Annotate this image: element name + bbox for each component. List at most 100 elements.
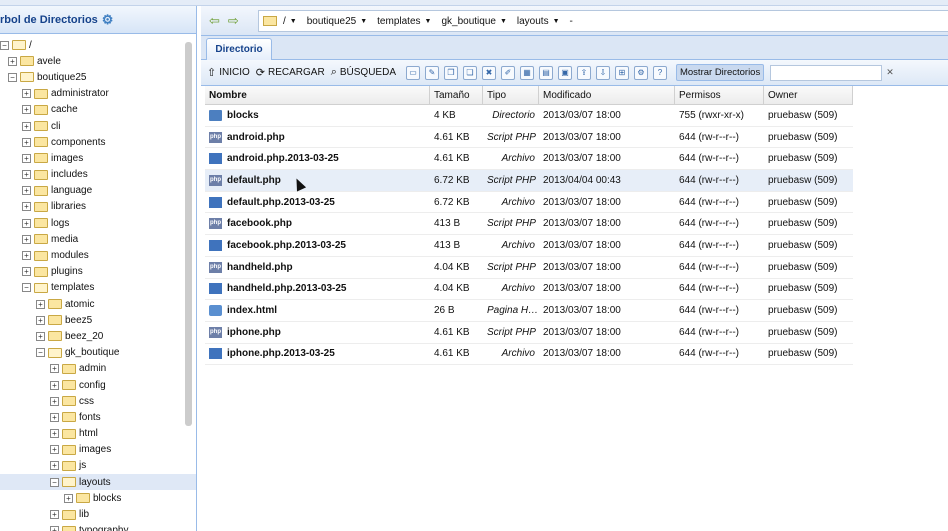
table-row[interactable]: php handheld.php 4.04 KB Script PHP 2013/03/… <box>205 257 853 279</box>
expand-icon[interactable]: + <box>50 445 59 455</box>
tree-node-language[interactable]: + language <box>0 183 196 199</box>
table-row[interactable]: blocks 4 KB Directorio 2013/03/07 18:00 755 … <box>205 105 853 127</box>
expand-icon[interactable]: + <box>64 493 73 503</box>
tree-node-includes[interactable]: + includes <box>0 167 196 183</box>
expand-icon[interactable]: + <box>36 299 45 309</box>
chevron-down-icon[interactable]: ▼ <box>360 18 367 25</box>
upload-icon[interactable]: ⇪ <box>576 65 591 80</box>
tree-node-images[interactable]: + images <box>0 150 196 166</box>
reload-button[interactable]: ⟳ RECARGAR <box>256 66 325 79</box>
tree-node-cli[interactable]: + cli <box>0 118 196 134</box>
tree-node-avele[interactable]: + avele <box>0 53 196 69</box>
edit-icon[interactable]: ✎ <box>424 65 439 80</box>
expand-icon[interactable]: + <box>50 364 59 374</box>
tree-node-libraries[interactable]: + libraries <box>0 199 196 215</box>
back-arrow-icon[interactable]: ⇦ <box>209 13 220 29</box>
tree-node-admin[interactable]: + admin <box>0 361 196 377</box>
table-row[interactable]: iphone.php.2013-03-25 4.61 KB Archivo 2013/… <box>205 344 853 366</box>
show-directories-toggle[interactable]: Mostrar Directorios <box>675 64 765 81</box>
table-row[interactable]: android.php.2013-03-25 4.61 KB Archivo 2013… <box>205 148 853 171</box>
download-icon[interactable]: ⇩ <box>595 65 610 80</box>
tree-node-modules[interactable]: + modules <box>0 247 196 263</box>
tree-node-html[interactable]: + html <box>0 426 196 442</box>
collapse-icon[interactable]: − <box>0 40 9 50</box>
column-header-permissions[interactable]: Permisos <box>675 86 764 104</box>
breadcrumb[interactable]: / ▼ boutique25 ▼ templates ▼ gk_boutique ▼ l… <box>258 10 948 32</box>
tree-node-cache[interactable]: + cache <box>0 102 196 118</box>
expand-icon[interactable]: + <box>22 153 31 163</box>
help-icon[interactable]: ? <box>652 65 667 80</box>
tree-node-logs[interactable]: + logs <box>0 215 196 231</box>
tree-node-media[interactable]: + media <box>0 231 196 247</box>
settings-icon[interactable]: ⚙ <box>633 65 648 80</box>
table-row[interactable]: default.php.2013-03-25 6.72 KB Archivo 2013… <box>205 192 853 214</box>
chevron-down-icon[interactable]: ▼ <box>553 18 560 25</box>
column-header-modified[interactable]: Modificado <box>539 86 675 104</box>
tree-node-gk-boutique[interactable]: − gk_boutique <box>0 345 196 361</box>
expand-icon[interactable]: + <box>36 315 45 325</box>
expand-icon[interactable]: + <box>36 331 45 341</box>
tree-node-templates[interactable]: − templates <box>0 280 196 296</box>
view-icon[interactable]: ▤ <box>538 65 553 80</box>
expand-icon[interactable]: + <box>22 186 31 196</box>
table-row[interactable]: php android.php 4.61 KB Script PHP 2013/03/0… <box>205 127 853 149</box>
column-header-size[interactable]: Tamaño <box>430 86 483 104</box>
tree-scrollbar[interactable] <box>185 42 192 426</box>
expand-icon[interactable]: + <box>50 526 59 531</box>
tree-node-js[interactable]: + js <box>0 458 196 474</box>
copy-icon[interactable]: ❐ <box>443 65 458 80</box>
chevron-down-icon[interactable]: ▼ <box>425 18 432 25</box>
tree-node-lib[interactable]: + lib <box>0 506 196 522</box>
tree-node-components[interactable]: + components <box>0 134 196 150</box>
table-row[interactable]: facebook.php.2013-03-25 413 B Archivo 2013/… <box>205 235 853 257</box>
table-row[interactable]: php iphone.php 4.61 KB Script PHP 2013/03/07… <box>205 322 853 344</box>
tree-node-plugins[interactable]: + plugins <box>0 264 196 280</box>
expand-icon[interactable]: + <box>22 170 31 180</box>
expand-icon[interactable]: + <box>50 412 59 422</box>
breadcrumb-item[interactable]: gk_boutique <box>441 16 496 27</box>
tree-node-beez-20[interactable]: + beez_20 <box>0 328 196 344</box>
tree-node-css[interactable]: + css <box>0 393 196 409</box>
expand-icon[interactable]: + <box>50 380 59 390</box>
breadcrumb-item[interactable]: templates <box>377 16 420 27</box>
tree-node-beez5[interactable]: + beez5 <box>0 312 196 328</box>
column-header-name[interactable]: Nombre <box>205 86 430 104</box>
forward-arrow-icon[interactable]: ⇨ <box>228 13 239 29</box>
breadcrumb-item[interactable]: boutique25 <box>307 16 357 27</box>
chevron-down-icon[interactable]: ▼ <box>500 18 507 25</box>
close-icon[interactable]: ✕ <box>886 67 894 78</box>
column-header-owner[interactable]: Owner <box>764 86 853 104</box>
tree-node-atomic[interactable]: + atomic <box>0 296 196 312</box>
expand-icon[interactable]: + <box>22 89 31 99</box>
tree-node-boutique25[interactable]: − boutique25 <box>0 69 196 85</box>
gear-icon[interactable]: ⚙ <box>102 12 114 28</box>
rename-icon[interactable]: ✐ <box>500 65 515 80</box>
expand-icon[interactable]: + <box>50 396 59 406</box>
extract-icon[interactable]: ⊞ <box>614 65 629 80</box>
expand-icon[interactable]: + <box>22 137 31 147</box>
collapse-icon[interactable]: − <box>36 348 45 358</box>
breadcrumb-item-root[interactable]: / <box>283 16 286 27</box>
collapse-icon[interactable]: − <box>8 72 17 82</box>
expand-icon[interactable]: + <box>22 202 31 212</box>
table-row[interactable]: handheld.php.2013-03-25 4.04 KB Archivo 201… <box>205 279 853 301</box>
home-button[interactable]: ⇧ INICIO <box>207 66 250 79</box>
tree-node-images[interactable]: + images <box>0 442 196 458</box>
table-row[interactable]: index.html 26 B Pagina H… 2013/03/07 18:00 6… <box>205 300 853 322</box>
expand-icon[interactable]: + <box>50 461 59 471</box>
archive-icon[interactable]: ▣ <box>557 65 572 80</box>
delete-icon[interactable]: ✖ <box>481 65 496 80</box>
breadcrumb-item[interactable]: - <box>570 16 573 27</box>
table-row[interactable]: php facebook.php 413 B Script PHP 2013/03/07… <box>205 213 853 236</box>
tree-node-blocks[interactable]: + blocks <box>0 490 196 506</box>
tree-node-config[interactable]: + config <box>0 377 196 393</box>
column-header-type[interactable]: Tipo <box>483 86 539 104</box>
tab-directorio[interactable]: Directorio <box>206 38 272 60</box>
tree-node-fonts[interactable]: + fonts <box>0 409 196 425</box>
tree-node-layouts[interactable]: − layouts <box>0 474 196 491</box>
new-file-icon[interactable]: ▭ <box>405 65 420 80</box>
expand-icon[interactable]: + <box>8 56 17 66</box>
chmod-icon[interactable]: ▦ <box>519 65 534 80</box>
expand-icon[interactable]: + <box>22 121 31 131</box>
chevron-down-icon[interactable]: ▼ <box>290 18 297 25</box>
